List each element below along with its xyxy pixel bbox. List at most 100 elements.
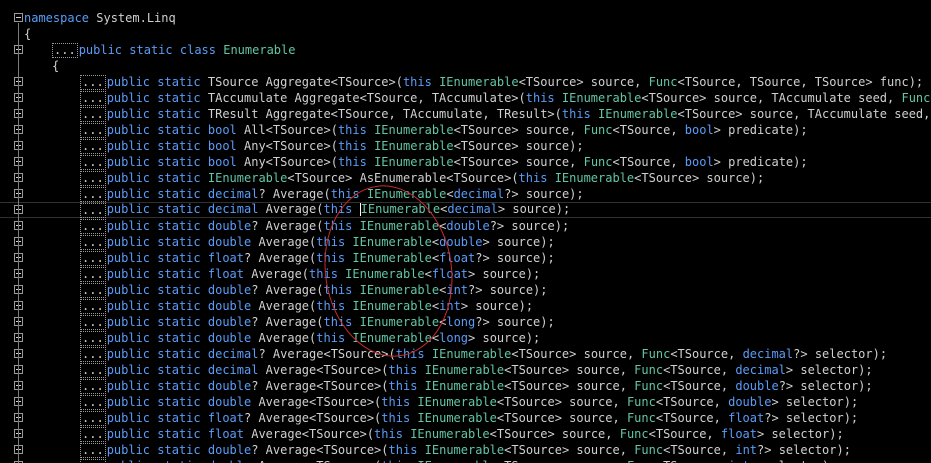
collapsed-block-ellipsis[interactable]: ... bbox=[80, 315, 106, 330]
keyword-token: double bbox=[207, 219, 252, 233]
code-line[interactable]: ... public static bool Any<TSource>(this … bbox=[0, 138, 931, 154]
code-token: > predicate); bbox=[713, 155, 808, 169]
collapsed-block-ellipsis[interactable]: ... bbox=[80, 347, 106, 362]
keyword-token: public bbox=[106, 331, 151, 345]
collapsed-block-ellipsis[interactable]: ... bbox=[80, 459, 106, 463]
keyword-token: bool bbox=[207, 155, 237, 169]
code-token: <TSource> source, bbox=[504, 443, 635, 457]
collapse-minus-icon[interactable] bbox=[14, 13, 23, 22]
keyword-token: static bbox=[157, 235, 201, 249]
code-line[interactable]: ... public static TResult Aggregate<TSour… bbox=[0, 106, 931, 122]
code-line[interactable]: ... public static float Average(this IEnu… bbox=[0, 266, 931, 282]
collapsed-block-ellipsis[interactable]: ... bbox=[80, 235, 106, 250]
code-token: All<TSource>( bbox=[236, 123, 338, 137]
code-line[interactable]: ... public static decimal Average(this IE… bbox=[0, 202, 931, 218]
keyword-token: public bbox=[106, 363, 151, 377]
collapsed-block-ellipsis[interactable]: ... bbox=[80, 203, 106, 218]
collapsed-block-ellipsis[interactable]: ... bbox=[80, 267, 106, 282]
type-token: IEnumerable bbox=[359, 219, 440, 233]
code-line[interactable]: { bbox=[0, 58, 931, 74]
collapsed-block-ellipsis[interactable]: ... bbox=[80, 395, 106, 410]
collapsed-block-ellipsis[interactable]: ... bbox=[80, 75, 106, 90]
collapsed-block-ellipsis[interactable]: ... bbox=[80, 251, 106, 266]
collapsed-block-ellipsis[interactable]: ... bbox=[80, 443, 106, 458]
code-line[interactable]: ... public static double Average(this IEn… bbox=[0, 330, 931, 346]
type-token: IEnumerable bbox=[359, 315, 440, 329]
code-line[interactable]: ...public static double Average<TSource>… bbox=[0, 458, 931, 463]
code-line[interactable]: ... public static bool All<TSource>(this … bbox=[0, 122, 931, 138]
code-line[interactable]: ... public static float? Average<TSource>… bbox=[0, 410, 931, 426]
code-line[interactable]: ... public static decimal? Average(this I… bbox=[0, 186, 931, 202]
collapsed-block-ellipsis[interactable]: ... bbox=[80, 283, 106, 298]
code-text: ... public static double Average(this IEn… bbox=[80, 234, 555, 250]
collapsed-block-ellipsis[interactable]: ... bbox=[80, 91, 106, 106]
code-line[interactable]: ... public static TSource Aggregate<TSour… bbox=[0, 74, 931, 90]
keyword-token: float bbox=[207, 411, 244, 425]
type-token: IEnumerable bbox=[561, 91, 642, 105]
collapsed-block-ellipsis[interactable]: ... bbox=[52, 43, 78, 58]
collapsed-block-ellipsis[interactable]: ... bbox=[80, 155, 106, 170]
keyword-token: this bbox=[323, 315, 353, 329]
code-token: ?> source); bbox=[475, 251, 555, 265]
code-line[interactable]: ... public static float Average<TSource>(… bbox=[0, 426, 931, 442]
code-line[interactable]: ... public static double Average(this IEn… bbox=[0, 298, 931, 314]
code-line[interactable]: ... public static double Average(this IEn… bbox=[0, 234, 931, 250]
code-line[interactable]: ... public static double? Average(this IE… bbox=[0, 282, 931, 298]
collapsed-block-ellipsis[interactable]: ... bbox=[80, 171, 106, 186]
code-line[interactable]: namespace System.Linq bbox=[0, 10, 931, 26]
keyword-token: double bbox=[728, 395, 772, 409]
code-line[interactable]: ... public static double? Average<TSource… bbox=[0, 442, 931, 458]
keyword-token: static bbox=[157, 395, 201, 409]
collapsed-block-ellipsis[interactable]: ... bbox=[80, 427, 106, 442]
type-token: IEnumerable bbox=[431, 347, 512, 361]
code-line[interactable]: ... public static decimal Average<TSource… bbox=[0, 362, 931, 378]
keyword-token: this bbox=[323, 219, 353, 233]
keyword-token: public bbox=[106, 427, 151, 441]
keyword-token: double bbox=[735, 379, 779, 393]
keyword-token: static bbox=[157, 251, 201, 265]
code-token: TSource Aggregate<TSource>( bbox=[200, 75, 403, 89]
code-line[interactable]: ... public static decimal? Average<TSourc… bbox=[0, 346, 931, 362]
keyword-token: static bbox=[157, 267, 201, 281]
code-text: ... public static TAccumulate Aggregate<T… bbox=[80, 90, 931, 106]
code-token: { bbox=[24, 27, 32, 41]
keyword-token: int bbox=[728, 459, 750, 463]
type-token: IEnumerable bbox=[352, 235, 432, 249]
code-token: { bbox=[52, 59, 60, 73]
collapsed-block-ellipsis[interactable]: ... bbox=[80, 363, 106, 378]
type-token: IEnumerable bbox=[352, 331, 432, 345]
code-line[interactable]: ... public static double? Average(this IE… bbox=[0, 314, 931, 330]
code-token: > source); bbox=[468, 267, 541, 281]
collapsed-block-ellipsis[interactable]: ... bbox=[80, 299, 106, 314]
code-line[interactable]: ... public static IEnumerable<TSource> As… bbox=[0, 170, 931, 186]
code-editor[interactable]: namespace System.Linq{... public static c… bbox=[0, 0, 931, 463]
keyword-token: public bbox=[106, 299, 151, 313]
keyword-token: public bbox=[106, 187, 151, 201]
keyword-token: double bbox=[207, 331, 252, 345]
code-token: > selector); bbox=[771, 395, 859, 409]
code-text: ... public static double? Average(this IE… bbox=[80, 218, 569, 234]
code-line[interactable]: ... public static bool Any<TSource>(this … bbox=[0, 154, 931, 170]
collapsed-block-ellipsis[interactable]: ... bbox=[80, 139, 106, 154]
collapsed-block-ellipsis[interactable]: ... bbox=[80, 379, 106, 394]
type-token: Func bbox=[641, 347, 671, 361]
code-line[interactable]: ... public static double? Average<TSource… bbox=[0, 378, 931, 394]
keyword-token: float bbox=[431, 267, 469, 281]
collapsed-block-ellipsis[interactable]: ... bbox=[80, 123, 106, 138]
collapsed-block-ellipsis[interactable]: ... bbox=[80, 411, 106, 426]
collapsed-block-ellipsis[interactable]: ... bbox=[80, 187, 106, 202]
code-token: ? Average( bbox=[251, 283, 324, 297]
keyword-token: this bbox=[323, 283, 353, 297]
code-line[interactable]: ... public static float? Average(this IEn… bbox=[0, 250, 931, 266]
code-line[interactable]: ... public static double? Average(this IE… bbox=[0, 218, 931, 234]
collapsed-block-ellipsis[interactable]: ... bbox=[80, 219, 106, 234]
collapsed-block-ellipsis[interactable]: ... bbox=[80, 331, 106, 346]
code-line[interactable]: ... public static TAccumulate Aggregate<T… bbox=[0, 90, 931, 106]
collapsed-block-ellipsis[interactable]: ... bbox=[80, 107, 106, 122]
code-line[interactable]: ...public static double Average<TSource>… bbox=[0, 394, 931, 410]
code-line[interactable]: ... public static class Enumerable bbox=[0, 42, 931, 58]
code-line[interactable]: { bbox=[0, 26, 931, 42]
